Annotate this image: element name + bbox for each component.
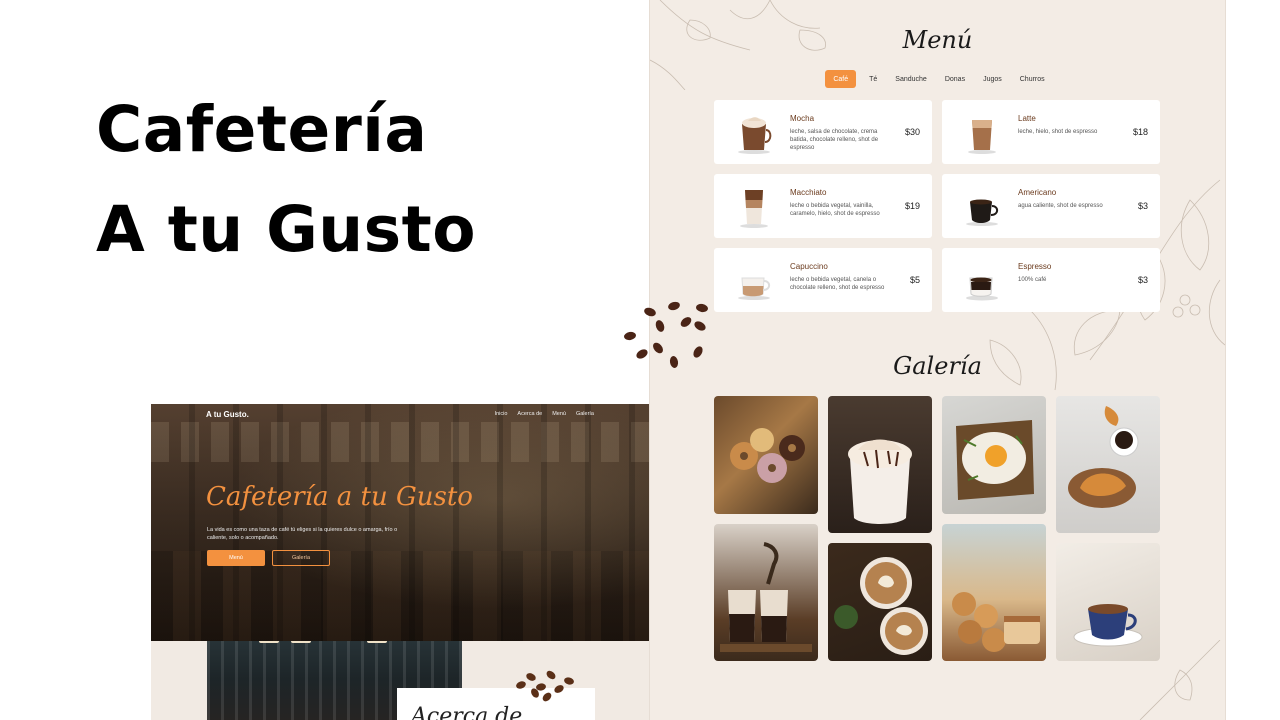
gallery-photo-donuts[interactable] bbox=[714, 396, 818, 514]
item-name: Capuccino bbox=[790, 262, 828, 271]
tab-sanduche[interactable]: Sanduche bbox=[890, 70, 932, 88]
menu-gallery-panel: Menú Café Té Sanduche Donas Jugos Churro… bbox=[650, 0, 1225, 720]
menu-tabs: Café Té Sanduche Donas Jugos Churros bbox=[650, 70, 1225, 88]
nav-acerca[interactable]: Acerca de bbox=[517, 411, 542, 417]
coffee-beans-image bbox=[516, 670, 574, 702]
item-name: Espresso bbox=[1018, 262, 1052, 271]
about-section: Acerca de bbox=[151, 641, 650, 720]
item-name: Americano bbox=[1018, 188, 1057, 197]
lamp-icon bbox=[259, 641, 279, 643]
hero-headline: Cafetería A tu Gusto bbox=[96, 80, 616, 280]
item-price: $18 bbox=[1132, 127, 1148, 137]
item-price: $19 bbox=[904, 201, 920, 211]
egg-toast-icon bbox=[956, 420, 1034, 500]
item-name: Macchiato bbox=[790, 188, 827, 197]
tab-te[interactable]: Té bbox=[864, 70, 882, 88]
gallery-button[interactable]: Galería bbox=[272, 550, 330, 566]
menu-item-card[interactable]: Mocha leche, salsa de chocolate, crema b… bbox=[714, 100, 932, 164]
gallery-photo-hot-chocolate[interactable] bbox=[828, 396, 932, 533]
gallery-photo-iced-coffee[interactable] bbox=[714, 524, 818, 661]
item-description: leche, hielo, shot de espresso bbox=[1018, 129, 1098, 135]
item-description: agua caliente, shot de espresso bbox=[1018, 203, 1103, 209]
item-name: Mocha bbox=[790, 114, 815, 123]
item-price: $30 bbox=[904, 127, 920, 137]
menu-item-card[interactable]: Latte leche, hielo, shot de espresso $18 bbox=[942, 100, 1160, 164]
item-name: Latte bbox=[1018, 114, 1036, 123]
site-logo[interactable]: A tu Gusto. bbox=[206, 410, 249, 419]
item-price: $5 bbox=[909, 275, 920, 285]
latte-art-icon bbox=[834, 557, 928, 655]
about-title: Acerca de bbox=[411, 704, 523, 720]
croissant-icon bbox=[1068, 406, 1139, 508]
gallery-photo-pastries[interactable] bbox=[942, 524, 1046, 661]
hero-title: Cafetería a tu Gusto bbox=[206, 482, 473, 512]
mocha-cup-icon bbox=[738, 117, 772, 154]
iced-coffee-icon bbox=[720, 542, 812, 652]
lamp-icon bbox=[367, 641, 387, 643]
item-description: leche o bebida vegetal, canela o chocola… bbox=[790, 277, 885, 291]
tab-cafe[interactable]: Café bbox=[825, 70, 857, 88]
nav-galeria[interactable]: Galería bbox=[576, 411, 594, 417]
hero-subtitle: La vida es como una taza de café tú elig… bbox=[207, 527, 398, 541]
gallery-title: Galería bbox=[893, 352, 982, 380]
nav-inicio[interactable]: Inicio bbox=[495, 411, 508, 417]
item-price: $3 bbox=[1137, 275, 1148, 285]
hero-mockup: A tu Gusto. Inicio Acerca de Menú Galerí… bbox=[151, 404, 650, 641]
capuccino-cup-icon bbox=[738, 277, 771, 300]
hero-overlay bbox=[151, 404, 650, 641]
pastries-icon bbox=[952, 592, 1040, 652]
americano-cup-icon bbox=[966, 199, 999, 226]
gallery-photo-egg-toast[interactable] bbox=[942, 396, 1046, 514]
menu-item-card[interactable]: Macchiato leche o bebida vegetal, vainil… bbox=[714, 174, 932, 238]
site-nav: Inicio Acerca de Menú Galería bbox=[495, 411, 594, 417]
donuts-icon bbox=[730, 428, 805, 483]
lamp-icon bbox=[291, 641, 311, 643]
nav-menu[interactable]: Menú bbox=[552, 411, 566, 417]
item-description: 100% café bbox=[1018, 277, 1047, 283]
tab-jugos[interactable]: Jugos bbox=[978, 70, 1007, 88]
item-description: leche o bebida vegetal, vainilla, carame… bbox=[790, 203, 880, 217]
menu-item-card[interactable]: Americano agua caliente, shot de espress… bbox=[942, 174, 1160, 238]
espresso-cup-icon bbox=[966, 277, 998, 301]
gallery-photo-latte-art[interactable] bbox=[828, 543, 932, 661]
menu-button[interactable]: Menú bbox=[207, 550, 265, 566]
menu-item-card[interactable]: Capuccino leche o bebida vegetal, canela… bbox=[714, 248, 932, 312]
latte-glass-icon bbox=[968, 120, 996, 154]
menu-title: Menú bbox=[902, 26, 973, 54]
headline-line-1: Cafetería bbox=[96, 93, 428, 166]
hot-chocolate-icon bbox=[848, 439, 912, 524]
headline-line-2: A tu Gusto bbox=[96, 193, 477, 266]
gallery-photo-croissant[interactable] bbox=[1056, 396, 1160, 533]
item-description: leche, salsa de chocolate, crema batida,… bbox=[790, 129, 879, 151]
gallery-photo-tea-cup[interactable] bbox=[1056, 543, 1160, 661]
tab-donas[interactable]: Donas bbox=[940, 70, 970, 88]
tab-churros[interactable]: Churros bbox=[1015, 70, 1050, 88]
coffee-beans-decoration bbox=[624, 301, 708, 368]
macchiato-glass-icon bbox=[740, 190, 768, 228]
item-price: $3 bbox=[1137, 201, 1148, 211]
menu-item-card[interactable]: Espresso 100% café $3 bbox=[942, 248, 1160, 312]
tea-cup-icon bbox=[1073, 604, 1143, 647]
